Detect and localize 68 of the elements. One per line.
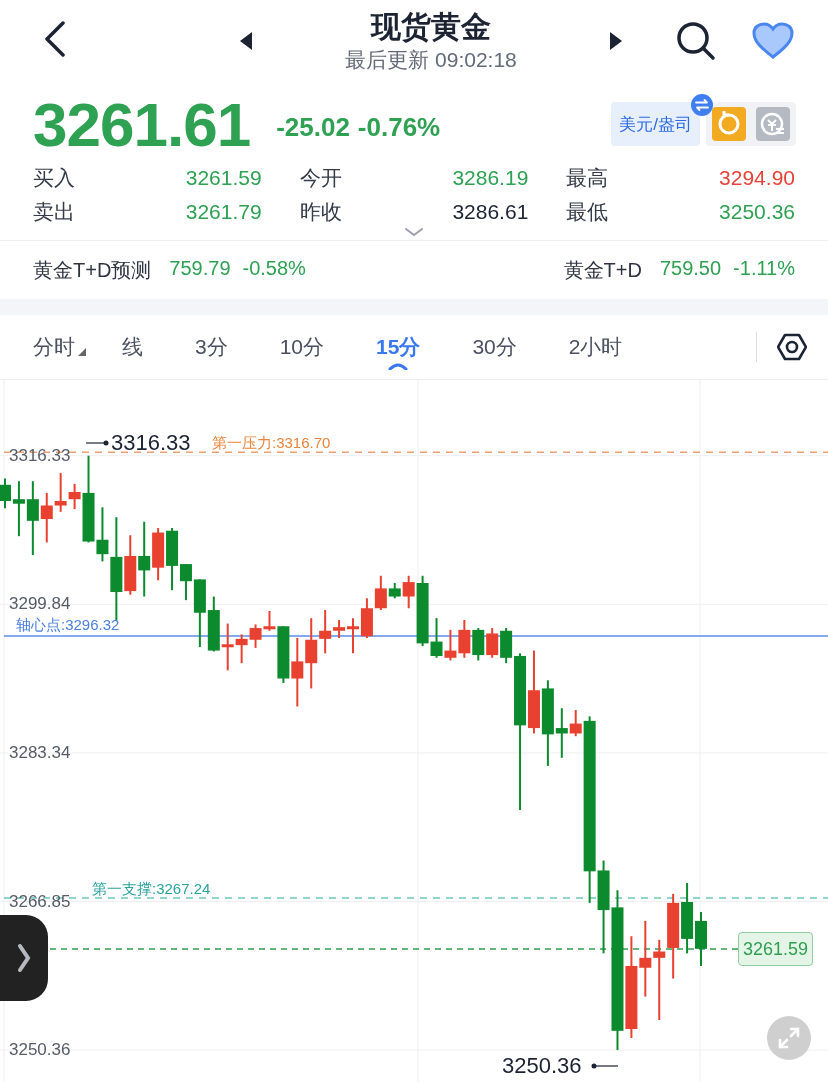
period-tab[interactable]: 线 <box>122 324 143 370</box>
side-panel-toggle-button[interactable] <box>0 915 48 1001</box>
low-marker-leader <box>591 1063 619 1069</box>
instrument-change: -1.11% <box>733 256 795 281</box>
candle <box>360 597 373 639</box>
percent-change: -0.76% <box>357 111 441 143</box>
current-price-tag: 3261.59 <box>738 931 814 966</box>
previous-triangle-icon[interactable] <box>239 31 254 51</box>
period-tab[interactable]: 3分 <box>195 324 228 370</box>
back-icon[interactable] <box>44 21 66 57</box>
heart-icon[interactable] <box>752 22 794 60</box>
stat-label: 昨收 <box>299 199 342 225</box>
candle <box>458 618 471 659</box>
candle <box>291 636 304 708</box>
stat-label: 最低 <box>566 199 609 225</box>
period-tab[interactable]: 15分 <box>376 324 421 370</box>
instrument-name[interactable]: 黄金T+D <box>563 256 642 284</box>
candle <box>472 627 485 662</box>
instrument-change: -0.58% <box>242 256 306 281</box>
page-title: 现货黄金 <box>371 9 491 45</box>
candle <box>249 623 262 649</box>
y-axis-label: 3250.36 <box>9 1040 71 1061</box>
price-level-label: 第一压力:3316.70 <box>212 434 331 451</box>
candle <box>54 472 67 513</box>
stat-label: 买入 <box>33 165 75 191</box>
y-axis-label: 3299.84 <box>9 594 71 615</box>
dropdown-triangle-icon <box>78 348 86 356</box>
next-triangle-icon[interactable] <box>608 31 623 51</box>
candle <box>444 628 457 662</box>
price-level-label: 轴心点:3296.32 <box>16 616 120 633</box>
price-level-label: 第一支撑:3267.24 <box>92 880 211 897</box>
period-tab[interactable]: 10分 <box>279 324 325 370</box>
swap-badge-icon <box>691 94 714 116</box>
period-tab[interactable]: 分时 <box>33 324 86 370</box>
candle <box>695 910 707 967</box>
settings-icon[interactable] <box>777 333 807 361</box>
stat-label: 卖出 <box>33 199 75 225</box>
stat-value: 3261.59 <box>185 165 262 191</box>
instrument-name[interactable]: 黄金T+D预测 <box>33 256 152 284</box>
candle <box>486 627 499 659</box>
chevron-right-icon <box>17 943 31 973</box>
caret-icon <box>388 362 409 370</box>
search-icon[interactable] <box>676 21 716 61</box>
price-change: -25.02 <box>276 111 350 143</box>
low-price-marker: 3250.36 <box>502 1052 582 1080</box>
y-axis-label: 3266.85 <box>9 891 71 912</box>
high-marker-leader <box>85 440 109 446</box>
stat-value: 3286.61 <box>452 199 529 225</box>
high-price-marker: 3316.33 <box>111 429 191 457</box>
expand-icon <box>777 1026 801 1050</box>
current-price: 3261.61 <box>33 88 251 160</box>
period-tab[interactable]: 30分 <box>472 324 517 370</box>
stat-value: 3286.19 <box>452 165 529 191</box>
unit-button[interactable]: 美元/盎司 <box>611 102 700 146</box>
y-axis-label: 3316.33 <box>9 445 71 466</box>
candle <box>207 595 220 653</box>
stat-value: 3250.36 <box>719 199 795 225</box>
candle <box>152 527 165 582</box>
last-update-text: 最后更新 09:02:18 <box>345 47 517 73</box>
stat-label: 今开 <box>299 165 342 191</box>
stat-label: 最高 <box>566 165 609 191</box>
y-axis-label: 3283.34 <box>9 742 71 763</box>
instrument-price: 759.79 <box>169 256 231 281</box>
period-tab[interactable]: 2小时 <box>568 324 623 370</box>
chevron-down-icon[interactable] <box>405 228 423 237</box>
instrument-price: 759.50 <box>659 256 722 281</box>
stat-value: 3261.79 <box>185 199 262 225</box>
stat-value: 3294.90 <box>719 165 795 191</box>
